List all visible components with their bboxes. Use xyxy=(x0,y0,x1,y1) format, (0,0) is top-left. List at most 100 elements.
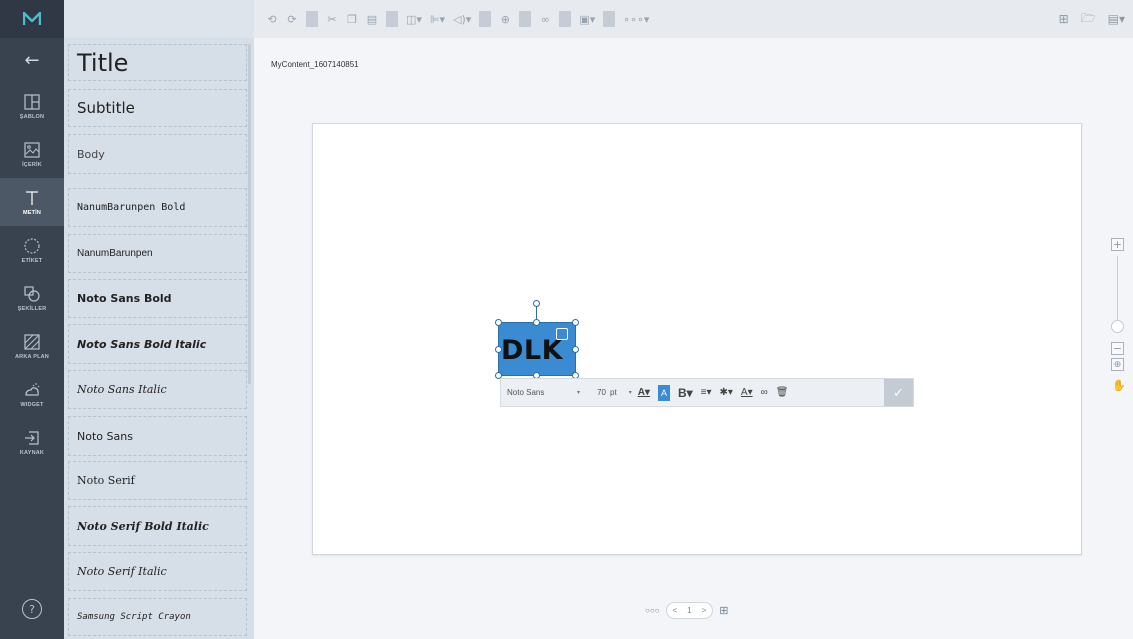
resize-handle-nw[interactable] xyxy=(495,319,502,326)
next-page-button[interactable]: > xyxy=(702,606,707,615)
font-item-noto-sans-bold[interactable]: Noto Sans Bold xyxy=(68,279,247,318)
link-icon[interactable]: ∞ xyxy=(539,11,551,27)
resize-handle-e[interactable] xyxy=(572,346,579,353)
toolbar-separator xyxy=(479,11,492,27)
add-page-icon[interactable]: ⊞ xyxy=(1059,12,1069,26)
rail-item-background[interactable]: ARKA PLAN xyxy=(0,322,64,370)
document-filename: MyContent_1607140851 xyxy=(271,60,359,69)
fit-screen-icon[interactable]: ⊕ xyxy=(1111,358,1124,371)
font-item-noto-serif-italic[interactable]: Noto Serif Italic xyxy=(68,552,247,591)
panel-scrollbar[interactable] xyxy=(248,44,251,384)
background-icon xyxy=(24,333,40,350)
align-text-icon[interactable]: ≡▾ xyxy=(701,385,712,401)
zoom-out-icon[interactable]: − xyxy=(1111,342,1124,355)
rail-item-tag[interactable]: ETİKET xyxy=(0,226,64,274)
rail-label: WIDGET xyxy=(20,401,44,408)
help-icon[interactable]: ? xyxy=(22,599,42,619)
logo-icon xyxy=(23,12,41,25)
link-icon[interactable]: ∞ xyxy=(761,385,768,401)
delete-icon[interactable]: 🗑 xyxy=(776,385,789,401)
toolbar-separator xyxy=(519,11,532,27)
rail-item-content[interactable]: İÇERİK xyxy=(0,130,64,178)
back-arrow-icon[interactable]: ← xyxy=(0,38,64,82)
redo-icon[interactable]: ⟳ xyxy=(286,11,298,27)
left-rail: ← ŞABLON İÇERİK METİN ETİKET ŞEKİLLER AR… xyxy=(0,0,64,639)
chevron-down-icon[interactable]: ▾ xyxy=(629,389,632,396)
page-overview-icon[interactable]: ○○○ xyxy=(645,606,660,615)
font-item-noto-sans-bold-italic[interactable]: Noto Sans Bold Italic xyxy=(68,324,247,364)
slide-canvas[interactable] xyxy=(312,123,1082,555)
rail-label: KAYNAK xyxy=(19,449,45,456)
bold-icon[interactable]: B▾ xyxy=(678,385,693,401)
align-icon[interactable]: ⊫▾ xyxy=(430,11,445,27)
image-icon xyxy=(24,141,40,158)
tag-icon xyxy=(24,237,40,254)
font-item-body[interactable]: Body xyxy=(68,134,247,174)
toolbar-icons: ⟲ ⟳ ✂ ❐ ▤ ◫▾ ⊫▾ ◁)▾ ⊕ ∞ ▣▾ ∘∘∘▾ xyxy=(254,11,649,27)
top-toolbar: ⟲ ⟳ ✂ ❐ ▤ ◫▾ ⊫▾ ◁)▾ ⊕ ∞ ▣▾ ∘∘∘▾ ⊞ 🗁 ▤▾ xyxy=(254,0,1133,38)
app-logo xyxy=(0,0,64,38)
cut-icon[interactable]: ✂ xyxy=(326,11,338,27)
page-control: < 1 > xyxy=(665,602,714,619)
font-item-noto-sans-italic[interactable]: Noto Sans Italic xyxy=(68,370,247,409)
font-size-unit: pt xyxy=(610,388,617,397)
rail-item-shapes[interactable]: ŞEKİLLER xyxy=(0,274,64,322)
toolbar-separator xyxy=(559,11,572,27)
rotate-handle[interactable] xyxy=(533,300,540,307)
zoom-slider-knob[interactable] xyxy=(1111,320,1124,333)
undo-icon[interactable]: ⟲ xyxy=(266,11,278,27)
font-item-title[interactable]: Title xyxy=(68,44,247,81)
font-item-nanumbarunpen[interactable]: NanumBarunpen xyxy=(68,234,247,273)
paste-icon[interactable]: ▤ xyxy=(366,11,378,27)
globe-icon[interactable]: ⊕ xyxy=(499,11,511,27)
resize-handle-ne[interactable] xyxy=(572,319,579,326)
toolbar-right: ⊞ 🗁 ▤▾ xyxy=(1059,0,1125,38)
font-item-subtitle[interactable]: Subtitle xyxy=(68,89,247,127)
source-icon xyxy=(25,430,39,445)
document-menu-icon[interactable]: ▤▾ xyxy=(1108,12,1125,26)
rail-label: ARKA PLAN xyxy=(15,353,49,360)
hand-tool-icon[interactable]: ✋ xyxy=(1112,379,1126,392)
rail-item-text[interactable]: METİN xyxy=(0,178,64,226)
text-icon xyxy=(26,190,38,205)
font-item-nanumbarunpen-bold[interactable]: NanumBarunpen Bold xyxy=(68,188,247,227)
rail-label: İÇERİK xyxy=(22,161,42,168)
template-icon xyxy=(24,93,40,110)
toolbar-separator xyxy=(386,11,398,27)
text-effect-icon[interactable]: A▾ xyxy=(741,385,753,401)
font-size-input[interactable]: 70 xyxy=(586,388,606,397)
arrange-icon[interactable]: ◫▾ xyxy=(406,11,422,27)
highlight-color-icon[interactable]: A xyxy=(657,384,670,401)
text-box-content[interactable]: DLK xyxy=(501,335,563,366)
spacing-icon[interactable]: ✱▾ xyxy=(720,385,733,401)
chevron-down-icon[interactable]: ▾ xyxy=(577,389,580,396)
more-icon[interactable]: ∘∘∘▾ xyxy=(623,11,649,27)
open-folder-icon[interactable]: 🗁 xyxy=(1081,9,1096,30)
prev-page-button[interactable]: < xyxy=(673,606,678,615)
text-format-toolbar: Noto Sans ▾ 70 pt ▾ A▾ A B▾ ≡▾ ✱▾ A▾ ∞ 🗑… xyxy=(500,378,914,407)
expand-icon[interactable] xyxy=(556,328,568,340)
audio-icon[interactable]: ◁)▾ xyxy=(453,11,471,27)
frame-icon[interactable]: ▣▾ xyxy=(579,11,595,27)
text-color-icon[interactable]: A▾ xyxy=(638,385,650,401)
toolbar-separator xyxy=(306,11,318,27)
add-page-icon[interactable]: ⊞ xyxy=(719,604,728,617)
rail-item-source[interactable]: KAYNAK xyxy=(0,418,64,466)
font-family-select[interactable]: Noto Sans xyxy=(501,388,577,397)
resize-handle-n[interactable] xyxy=(533,319,540,326)
zoom-controls: + − ⊕ ✋ xyxy=(1111,238,1126,392)
rail-item-template[interactable]: ŞABLON xyxy=(0,82,64,130)
resize-handle-w[interactable] xyxy=(495,346,502,353)
font-panel: Title Subtitle Body NanumBarunpen Bold N… xyxy=(64,0,254,639)
zoom-in-icon[interactable]: + xyxy=(1111,238,1124,251)
font-item-noto-serif-bold-italic[interactable]: Noto Serif Bold Italic xyxy=(68,506,247,546)
confirm-check-icon[interactable]: ✓ xyxy=(884,379,913,406)
shapes-icon xyxy=(24,285,40,302)
zoom-slider-track[interactable] xyxy=(1117,256,1118,326)
copy-icon[interactable]: ❐ xyxy=(346,11,358,27)
font-item-samsung-script-crayon[interactable]: Samsung Script Crayon xyxy=(68,598,247,636)
rail-item-widget[interactable]: WIDGET xyxy=(0,370,64,418)
rail-label: ŞEKİLLER xyxy=(17,305,47,312)
font-item-noto-serif[interactable]: Noto Serif xyxy=(68,461,247,500)
font-item-noto-sans[interactable]: Noto Sans xyxy=(68,416,247,456)
